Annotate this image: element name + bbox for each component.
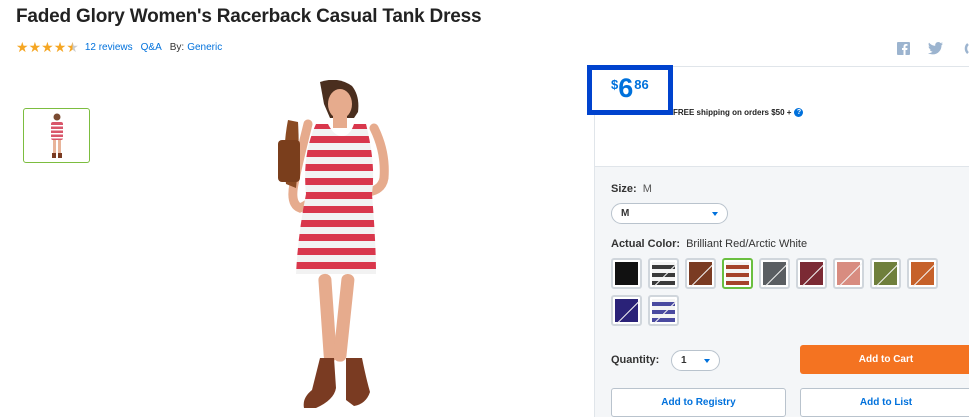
swatch-fill <box>726 262 749 285</box>
swatch-fill <box>689 262 712 285</box>
swatch-fill <box>837 262 860 285</box>
product-thumbnail[interactable] <box>23 108 90 163</box>
swatch-fill <box>763 262 786 285</box>
main-product-image[interactable] <box>262 79 412 417</box>
qa-link[interactable]: Q&A <box>141 42 162 53</box>
half-star-icon: ★ <box>66 39 79 55</box>
add-to-list-button[interactable]: Add to List <box>800 388 969 417</box>
color-swatch-burgundy[interactable] <box>796 258 827 289</box>
color-swatch-black-white-stripe[interactable] <box>648 258 679 289</box>
color-swatch-red-white-stripe[interactable] <box>722 258 753 289</box>
twitter-icon[interactable] <box>928 42 943 58</box>
price-section: $ 6 86 FREE shipping on orders $50 + ? <box>587 65 969 167</box>
star-rating[interactable]: ★ ★ ★ ★ ★ <box>16 40 79 54</box>
thumbnail-image <box>50 113 63 158</box>
size-current-value: M <box>642 183 652 195</box>
size-select-value: M <box>621 208 630 219</box>
free-shipping-info: FREE shipping on orders $50 + ? <box>673 108 804 117</box>
price-currency: $ <box>611 77 619 92</box>
price-dollars: 6 <box>618 73 634 103</box>
star-icon: ★ <box>16 39 29 55</box>
color-swatches <box>611 258 951 332</box>
color-swatch-rust[interactable] <box>907 258 938 289</box>
facebook-icon[interactable] <box>897 42 910 58</box>
product-title: Faded Glory Women's Racerback Casual Tan… <box>16 6 482 27</box>
help-icon[interactable]: ? <box>794 108 804 117</box>
color-swatch-coral[interactable] <box>833 258 864 289</box>
quantity-label: Quantity: <box>611 354 660 366</box>
color-swatch-charcoal[interactable] <box>759 258 790 289</box>
price: $ 6 86 <box>611 75 649 102</box>
star-icon: ★ <box>41 39 54 55</box>
swatch-fill <box>911 262 934 285</box>
color-swatch-black[interactable] <box>611 258 642 289</box>
add-to-registry-button[interactable]: Add to Registry <box>611 388 786 417</box>
color-label-text: Actual Color: <box>611 238 681 250</box>
reviews-link[interactable]: 12 reviews <box>85 42 133 53</box>
swatch-fill <box>652 262 675 285</box>
by-label: By: <box>169 41 185 53</box>
swatch-fill <box>615 262 638 285</box>
color-swatch-brown[interactable] <box>685 258 716 289</box>
color-swatch-navy[interactable] <box>611 295 642 326</box>
star-icon: ★ <box>53 39 67 55</box>
swatch-fill <box>652 299 675 322</box>
swatch-fill <box>874 262 897 285</box>
shipping-text: FREE shipping on orders $50 + <box>673 108 792 117</box>
color-swatch-olive[interactable] <box>870 258 901 289</box>
quantity-value: 1 <box>681 355 687 366</box>
size-label: Size: M <box>611 183 652 195</box>
chevron-down-icon <box>712 211 718 216</box>
add-to-cart-button[interactable]: Add to Cart <box>800 345 969 374</box>
brand-info: By: Generic <box>170 42 230 53</box>
more-icon[interactable] <box>961 42 969 58</box>
color-label: Actual Color: Brilliant Red/Arctic White <box>611 238 807 250</box>
product-meta: ★ ★ ★ ★ ★ 12 reviews Q&A By: Generic <box>16 40 230 54</box>
chevron-down-icon <box>704 358 710 363</box>
color-swatch-navy-white-stripe[interactable] <box>648 295 679 326</box>
size-select[interactable]: M <box>611 203 728 224</box>
buy-box: $ 6 86 FREE shipping on orders $50 + ? S… <box>587 65 969 417</box>
swatch-fill <box>615 299 638 322</box>
color-current-value: Brilliant Red/Arctic White <box>686 238 808 250</box>
product-photo <box>278 79 389 408</box>
star-icon: ★ <box>28 39 42 55</box>
quantity-select[interactable]: 1 <box>671 350 720 371</box>
social-share <box>879 42 969 58</box>
swatch-fill <box>800 262 823 285</box>
brand-link[interactable]: Generic <box>187 42 222 53</box>
size-label-text: Size: <box>611 183 637 195</box>
price-cents: 86 <box>634 77 649 92</box>
